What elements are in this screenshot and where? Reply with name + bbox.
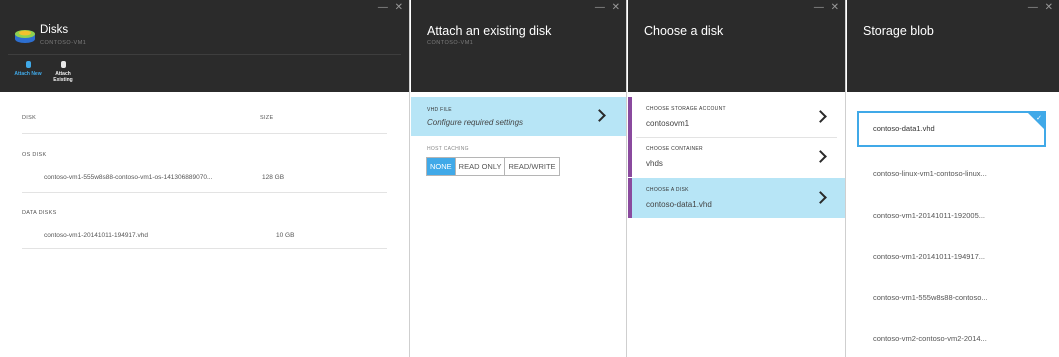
row-label: CHOOSE A DISK: [646, 187, 689, 193]
blob-item[interactable]: contoso-vm1-555w8s88-contoso...: [857, 280, 1046, 316]
row-value: contosovm1: [646, 119, 690, 128]
disk-icon: [60, 61, 66, 68]
storage-blob-blade: — ✕ Storage blob contoso-data1.vhd ✓ con…: [847, 0, 1059, 357]
row-value: contoso-data1.vhd: [646, 200, 712, 209]
disk-add-icon: [25, 61, 31, 68]
row-value: vhds: [646, 159, 663, 168]
choose-disk-blade-header: — ✕ Choose a disk: [628, 0, 845, 92]
window-controls[interactable]: — ✕: [378, 2, 405, 13]
divider: [22, 133, 387, 134]
vhd-file-selector[interactable]: VHD FILE Configure required settings: [411, 97, 626, 136]
attach-existing-label: Attach Existing: [53, 71, 73, 83]
row-label: CHOOSE STORAGE ACCOUNT: [646, 106, 726, 112]
window-controls[interactable]: — ✕: [814, 2, 841, 13]
blade-container: — ✕ Disks CONTOSO-VM1 Attach New Attach …: [0, 0, 1059, 357]
caching-option-none[interactable]: NONE: [427, 158, 456, 175]
choose-a-disk-row[interactable]: CHOOSE A DISK contoso-data1.vhd: [628, 178, 845, 218]
blob-name: contoso-data1.vhd: [873, 124, 935, 133]
chevron-right-icon: [814, 110, 827, 123]
blob-item[interactable]: contoso-vm1-20141011-194917...: [857, 239, 1046, 275]
attach-existing-button[interactable]: Attach Existing: [45, 61, 81, 83]
storage-blob-blade-header: — ✕ Storage blob: [847, 0, 1059, 92]
attach-blade-header: — ✕ Attach an existing disk CONTOSO-VM1: [411, 0, 626, 92]
blob-name: contoso-vm1-555w8s88-contoso...: [873, 293, 988, 302]
disks-logo-icon: [15, 30, 35, 43]
caching-option-read-write[interactable]: READ/WRITE: [505, 158, 558, 175]
blob-item[interactable]: contoso-vm2-contoso-vm2-2014...: [857, 321, 1046, 357]
blob-item-selected[interactable]: contoso-data1.vhd ✓: [857, 111, 1046, 147]
blade-title: Storage blob: [863, 24, 934, 38]
caching-option-read-only[interactable]: READ ONLY: [456, 158, 506, 175]
row-marker: [628, 137, 632, 177]
blob-item[interactable]: contoso-vm1-20141011-192005...: [857, 198, 1046, 234]
checkmark-icon: ✓: [1036, 115, 1042, 122]
data-disk-size: 10 GB: [276, 232, 295, 239]
divider: [22, 248, 387, 249]
column-header-disk: DISK: [22, 115, 37, 121]
blob-name: contoso-vm2-contoso-vm2-2014...: [873, 334, 987, 343]
data-disks-section-label: DATA DISKS: [22, 210, 57, 216]
vhd-file-value: Configure required settings: [427, 118, 524, 127]
disks-blade-header: — ✕ Disks CONTOSO-VM1 Attach New Attach …: [0, 0, 409, 92]
chevron-right-icon: [593, 109, 606, 122]
host-caching-label: HOST CACHING: [427, 146, 469, 152]
blob-name: contoso-vm1-20141011-192005...: [873, 211, 986, 220]
attach-new-button[interactable]: Attach New: [10, 61, 46, 77]
window-controls[interactable]: — ✕: [1028, 2, 1055, 13]
window-controls[interactable]: — ✕: [595, 2, 622, 13]
os-disk-name: contoso-vm1-555w8s88-contoso-vm1-os-1413…: [44, 174, 213, 181]
column-header-size: SIZE: [260, 115, 274, 121]
attach-existing-disk-blade: — ✕ Attach an existing disk CONTOSO-VM1 …: [411, 0, 627, 357]
vhd-file-label: VHD FILE: [427, 107, 452, 113]
row-marker: [628, 178, 632, 218]
choose-container-row[interactable]: CHOOSE CONTAINER vhds: [628, 137, 845, 177]
row-label: CHOOSE CONTAINER: [646, 146, 703, 152]
chevron-right-icon: [814, 191, 827, 204]
chevron-right-icon: [814, 150, 827, 163]
blob-name: contoso-linux-vm1-contoso-linux...: [873, 169, 987, 178]
disks-blade: — ✕ Disks CONTOSO-VM1 Attach New Attach …: [0, 0, 410, 357]
os-disk-size: 128 GB: [262, 174, 285, 181]
divider: [22, 192, 387, 193]
blade-title: Disks: [40, 24, 69, 36]
host-caching-toggle: NONE READ ONLY READ/WRITE: [426, 157, 560, 176]
blade-title: Choose a disk: [644, 24, 724, 38]
blob-item[interactable]: contoso-linux-vm1-contoso-linux...: [857, 156, 1046, 192]
command-bar-divider: [8, 54, 401, 55]
row-marker: [628, 97, 632, 137]
os-disk-section-label: OS DISK: [22, 152, 47, 158]
blade-subtitle: CONTOSO-VM1: [427, 40, 474, 46]
choose-disk-blade: — ✕ Choose a disk CHOOSE STORAGE ACCOUNT…: [628, 0, 846, 357]
blob-name: contoso-vm1-20141011-194917...: [873, 252, 986, 261]
attach-new-label: Attach New: [14, 71, 42, 77]
blade-title: Attach an existing disk: [427, 24, 552, 38]
data-disk-name: contoso-vm1-20141011-194917.vhd: [44, 232, 148, 239]
choose-storage-account-row[interactable]: CHOOSE STORAGE ACCOUNT contosovm1: [628, 97, 845, 137]
blade-subtitle: CONTOSO-VM1: [40, 40, 87, 46]
